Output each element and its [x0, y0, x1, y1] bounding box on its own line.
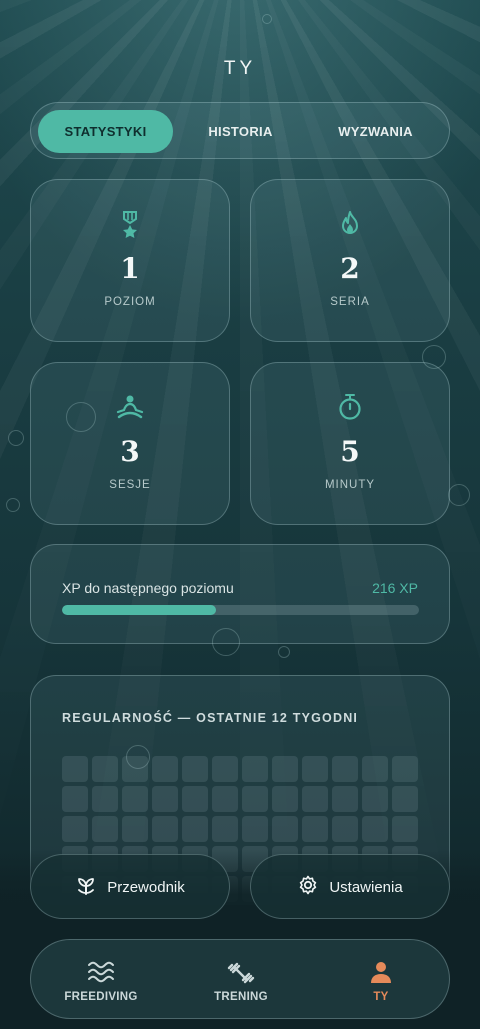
meditation-icon — [31, 393, 229, 426]
heatmap-cell — [392, 786, 418, 812]
heatmap-cell — [122, 816, 148, 842]
heatmap-cell — [152, 756, 178, 782]
settings-button[interactable]: Ustawienia — [250, 854, 450, 919]
heatmap-cell — [92, 786, 118, 812]
xp-progress-track — [62, 605, 419, 615]
stat-label: MINUTY — [324, 479, 376, 491]
segmented-tabs: STATYSTYKI HISTORIA WYZWANIA — [30, 102, 450, 159]
nav-item-ty[interactable]: TY — [311, 940, 451, 1020]
nav-label: TY — [373, 991, 389, 1003]
nav-label: TRENING — [214, 991, 268, 1003]
heatmap-cell — [212, 816, 238, 842]
stat-value: 2 — [340, 252, 360, 285]
bubble — [262, 14, 272, 24]
heatmap-cell — [122, 786, 148, 812]
heatmap-cell — [62, 786, 88, 812]
heatmap-cell — [332, 816, 358, 842]
stopwatch-icon — [251, 393, 449, 426]
stat-card-streak[interactable]: 2 SERIA — [250, 179, 450, 342]
dumbbell-icon — [171, 960, 311, 986]
waves-icon — [31, 960, 171, 986]
guide-button-label: Przewodnik — [107, 879, 185, 896]
bubble — [448, 484, 470, 506]
stat-card-minutes[interactable]: 5 MINUTY — [250, 362, 450, 525]
heatmap-cell — [302, 786, 328, 812]
heatmap-cell — [302, 816, 328, 842]
regularity-title: REGULARNOŚĆ — OSTATNIE 12 TYGODNI — [62, 711, 359, 725]
tab-historia[interactable]: HISTORIA — [173, 110, 308, 153]
gear-icon — [297, 874, 319, 901]
heatmap-cell — [62, 816, 88, 842]
stat-label: SERIA — [330, 296, 370, 308]
heatmap-cell — [62, 756, 88, 782]
guide-button[interactable]: Przewodnik — [30, 854, 230, 919]
tab-wyzwania[interactable]: WYZWANIA — [308, 110, 443, 153]
xp-value: 216 XP — [372, 580, 418, 596]
heatmap-cell — [182, 786, 208, 812]
heatmap-cell — [272, 816, 298, 842]
nav-label: FREEDIVING — [64, 991, 138, 1003]
stat-label: SESJE — [109, 479, 151, 491]
stat-value: 3 — [120, 435, 140, 468]
heatmap-cell — [212, 786, 238, 812]
heatmap-cell — [92, 756, 118, 782]
heatmap-cell — [152, 816, 178, 842]
heatmap-cell — [92, 816, 118, 842]
bubble — [8, 430, 24, 446]
settings-button-label: Ustawienia — [329, 879, 403, 896]
stat-card-level[interactable]: 1 POZIOM — [30, 179, 230, 342]
heatmap-cell — [182, 816, 208, 842]
medal-icon — [31, 210, 229, 243]
flame-icon — [251, 210, 449, 243]
heatmap-cell — [392, 756, 418, 782]
heatmap-cell — [362, 756, 388, 782]
heatmap-cell — [362, 786, 388, 812]
heatmap-cell — [242, 756, 268, 782]
sprout-icon — [75, 874, 97, 901]
heatmap-cell — [242, 786, 268, 812]
nav-item-freediving[interactable]: FREEDIVING — [31, 940, 171, 1020]
bubble — [278, 646, 290, 658]
page-title: TY — [223, 58, 257, 79]
stat-value: 5 — [340, 435, 360, 468]
heatmap-cell — [212, 756, 238, 782]
xp-progress-fill — [62, 605, 216, 615]
tab-statystyki[interactable]: STATYSTYKI — [38, 110, 173, 153]
nav-item-trening[interactable]: TRENING — [171, 940, 311, 1020]
heatmap-cell — [152, 786, 178, 812]
bubble — [6, 498, 20, 512]
xp-label: XP do następnego poziomu — [62, 580, 234, 596]
heatmap-cell — [362, 816, 388, 842]
bottom-nav: FREEDIVING TRENING TY — [30, 939, 450, 1019]
heatmap-cell — [122, 756, 148, 782]
heatmap-cell — [272, 756, 298, 782]
heatmap-cell — [272, 786, 298, 812]
heatmap-cell — [182, 756, 208, 782]
stat-label: POZIOM — [104, 296, 156, 308]
stat-value: 1 — [120, 252, 140, 285]
person-icon — [311, 960, 451, 986]
heatmap-cell — [302, 756, 328, 782]
heatmap-cell — [332, 786, 358, 812]
heatmap-cell — [242, 816, 268, 842]
heatmap-cell — [332, 756, 358, 782]
stat-card-sessions[interactable]: 3 SESJE — [30, 362, 230, 525]
xp-progress-card: XP do następnego poziomu 216 XP — [30, 544, 450, 644]
heatmap-cell — [392, 816, 418, 842]
